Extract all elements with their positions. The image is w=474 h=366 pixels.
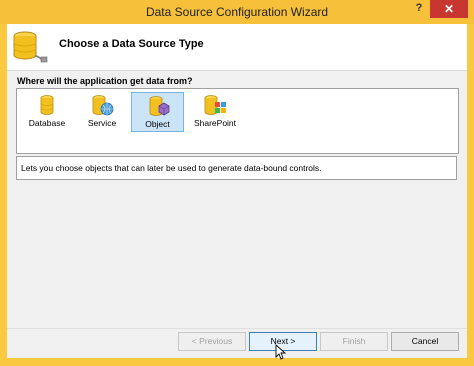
page-title: Choose a Data Source Type: [59, 38, 204, 50]
finish-button[interactable]: Finish: [320, 332, 388, 351]
cancel-button[interactable]: Cancel: [391, 332, 459, 351]
object-icon: [149, 96, 169, 116]
service-icon: [92, 95, 114, 116]
wizard-header: Choose a Data Source Type: [7, 24, 467, 71]
wizard-window: Data Source Configuration Wizard ? ✕ Cho…: [0, 0, 474, 366]
button-divider: [7, 328, 467, 329]
list-item-sharepoint[interactable]: SharePoint: [186, 92, 244, 132]
list-item-label: Service: [87, 118, 117, 128]
list-item-label: Object: [145, 119, 170, 129]
description-box: Lets you choose objects that can later b…: [16, 156, 457, 180]
database-plug-icon: [13, 31, 48, 63]
data-source-type-list[interactable]: Database Service Object SharePoint: [16, 88, 459, 154]
database-icon: [40, 95, 54, 115]
title-bar[interactable]: Data Source Configuration Wizard ? ✕: [0, 0, 474, 24]
list-item-label: SharePoint: [193, 118, 237, 128]
description-text: Lets you choose objects that can later b…: [21, 163, 322, 173]
list-item-label: Database: [28, 118, 66, 128]
window-title: Data Source Configuration Wizard: [145, 5, 329, 19]
previous-button[interactable]: < Previous: [178, 332, 246, 351]
wizard-body: Choose a Data Source Type Where will the…: [7, 24, 467, 358]
question-label: Where will the application get data from…: [17, 76, 193, 86]
help-button[interactable]: ?: [412, 2, 426, 14]
mouse-cursor-icon: [275, 344, 287, 360]
close-button[interactable]: ✕: [430, 0, 468, 18]
list-item-database[interactable]: Database: [21, 92, 73, 132]
list-item-object[interactable]: Object: [131, 92, 184, 132]
list-item-service[interactable]: Service: [76, 92, 128, 132]
sharepoint-icon: [204, 95, 226, 115]
